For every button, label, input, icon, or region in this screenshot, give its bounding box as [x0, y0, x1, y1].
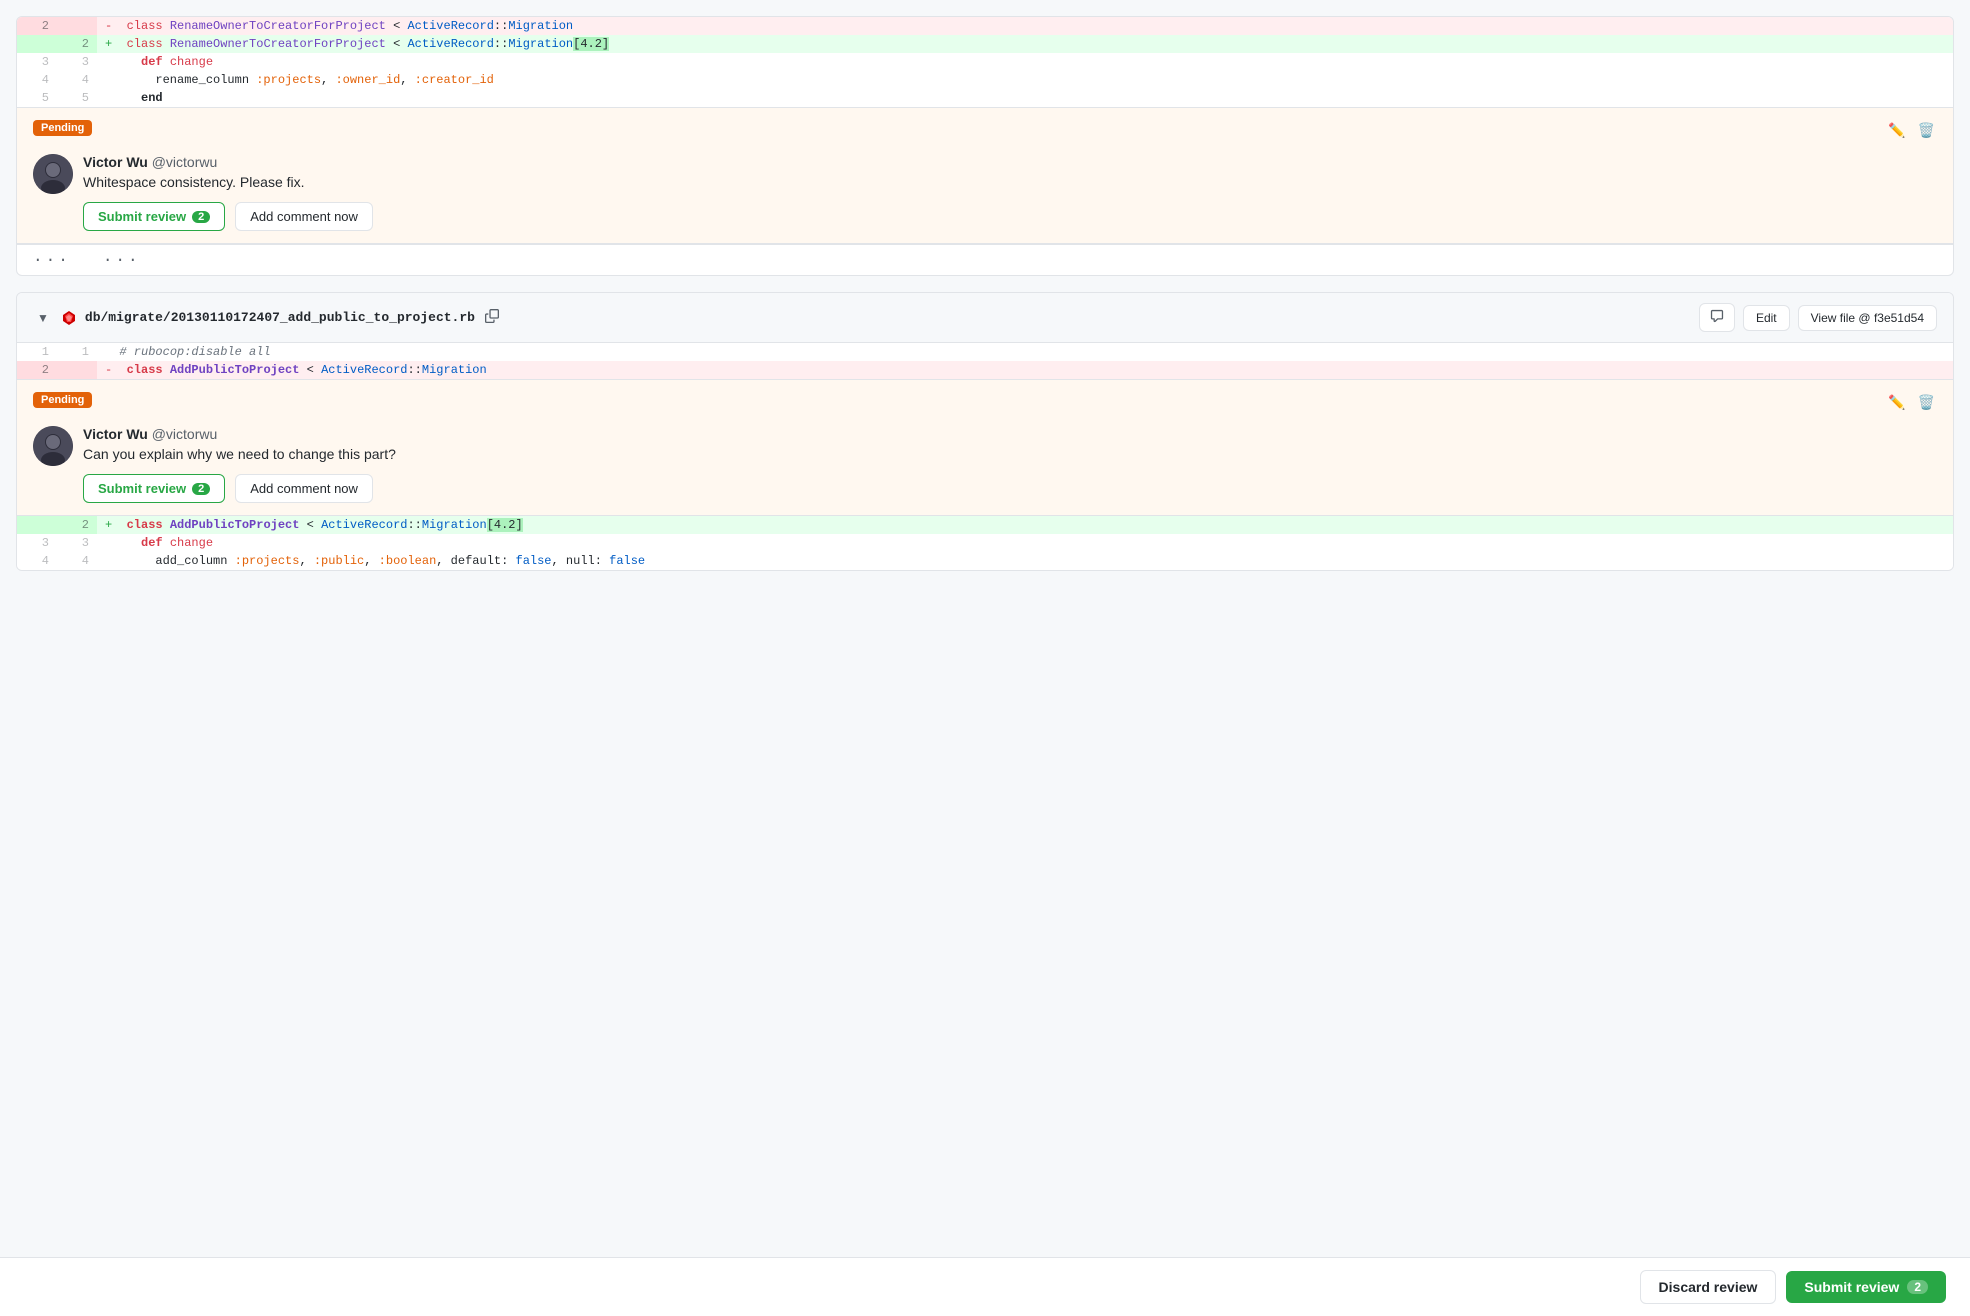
pending-badge-1: Pending — [33, 120, 92, 136]
old-line-num: 4 — [17, 71, 57, 89]
line-code: - class AddPublicToProject < ActiveRecor… — [97, 361, 1953, 379]
ellipsis-row: ··· ··· — [17, 245, 1953, 276]
comment-body-2: Victor Wu @victorwu Can you explain why … — [83, 426, 1937, 503]
new-line-num: 5 — [57, 89, 97, 107]
submit-final-label: Submit review — [1804, 1279, 1899, 1295]
comment-block-2: Pending ✏️ 🗑️ — [17, 379, 1953, 516]
comment-text-2: Can you explain why we need to change th… — [83, 446, 1937, 462]
review-count-badge-2: 2 — [192, 483, 210, 495]
new-line-num: 4 — [57, 552, 97, 570]
new-line-num: 3 — [57, 534, 97, 552]
old-line-num — [17, 516, 57, 534]
diff-header-left-2: ▼ db/migrate/20130110172407_add_public_t… — [33, 307, 1691, 328]
comment-body-1: Victor Wu @victorwu Whitespace consisten… — [83, 154, 1937, 231]
review-count-badge-1: 2 — [192, 211, 210, 223]
old-line-num — [17, 35, 57, 53]
diff-line-5: 5 5 end — [17, 89, 1953, 107]
avatar-image-2 — [33, 426, 73, 466]
bottom-bar: Discard review Submit review 2 — [0, 1257, 1970, 1316]
line-code: + class AddPublicToProject < ActiveRecor… — [97, 516, 1953, 534]
comment-author-1: Victor Wu @victorwu Whitespace consisten… — [33, 154, 1937, 231]
old-line-num: 4 — [17, 552, 57, 570]
diff-line-4-file2: 4 4 add_column :projects, :public, :bool… — [17, 552, 1953, 570]
ruby-icon — [61, 310, 77, 326]
pending-badge-2: Pending — [33, 392, 92, 408]
submit-review-label-1: Submit review — [98, 209, 186, 224]
old-line-num: 2 — [17, 361, 57, 379]
comment-footer-2: Submit review 2 Add comment now — [83, 474, 1937, 503]
line-code: def change — [97, 534, 1953, 552]
diff-table-2: 1 1 # rubocop:disable all 2 - class AddP… — [17, 343, 1953, 379]
comment-icon-button[interactable] — [1699, 303, 1735, 332]
old-line-num: 1 — [17, 343, 57, 361]
diff-line-2-deleted-file2: 2 - class AddPublicToProject < ActiveRec… — [17, 361, 1953, 379]
diff-line-deleted-1: 2 - class RenameOwnerToCreatorForProject… — [17, 17, 1953, 35]
ellipsis-old: ··· — [17, 245, 87, 276]
ellipsis-content — [157, 245, 1953, 276]
avatar-1 — [33, 154, 73, 194]
copy-filename-button[interactable] — [483, 307, 501, 328]
diff-line-3: 3 3 def change — [17, 53, 1953, 71]
line-code: - class RenameOwnerToCreatorForProject <… — [97, 17, 1953, 35]
new-line-num: 1 — [57, 343, 97, 361]
old-line-num: 2 — [17, 17, 57, 35]
new-line-num: 4 — [57, 71, 97, 89]
submit-review-label-2: Submit review — [98, 481, 186, 496]
diff-line-3-file2: 3 3 def change — [17, 534, 1953, 552]
comment-block-1: Pending ✏️ 🗑️ — [17, 107, 1953, 244]
edit-comment-button-1[interactable]: ✏️ — [1886, 120, 1907, 141]
submit-final-review-button[interactable]: Submit review 2 — [1786, 1271, 1946, 1303]
line-code: def change — [97, 53, 1953, 71]
line-code: rename_column :projects, :owner_id, :cre… — [97, 71, 1953, 89]
diff-header-right-2: Edit View file @ f3e51d54 — [1699, 303, 1937, 332]
avatar-2 — [33, 426, 73, 466]
comment-footer-1: Submit review 2 Add comment now — [83, 202, 1937, 231]
line-code: + class RenameOwnerToCreatorForProject <… — [97, 35, 1953, 53]
filename-2: db/migrate/20130110172407_add_public_to_… — [85, 310, 475, 325]
new-line-num: 2 — [57, 35, 97, 53]
ellipsis-new: ··· — [87, 245, 157, 276]
comment-header-2: Pending ✏️ 🗑️ — [33, 392, 1937, 418]
avatar-image-1 — [33, 154, 73, 194]
delete-comment-button-2[interactable]: 🗑️ — [1916, 392, 1937, 413]
comment-actions-1: ✏️ 🗑️ — [1886, 120, 1937, 141]
comment-handle-1: @victorwu — [152, 154, 218, 170]
comment-actions-2: ✏️ 🗑️ — [1886, 392, 1937, 413]
view-file-button-2[interactable]: View file @ f3e51d54 — [1798, 305, 1937, 331]
collapse-button-2[interactable]: ▼ — [33, 309, 53, 327]
line-code: # rubocop:disable all — [97, 343, 1953, 361]
old-line-num: 3 — [17, 534, 57, 552]
comment-text-1: Whitespace consistency. Please fix. — [83, 174, 1937, 190]
diff-line-1-file2: 1 1 # rubocop:disable all — [17, 343, 1953, 361]
comment-username-1: Victor Wu — [83, 154, 148, 170]
edit-button-2[interactable]: Edit — [1743, 305, 1790, 331]
comment-username-2: Victor Wu — [83, 426, 148, 442]
add-comment-button-2[interactable]: Add comment now — [235, 474, 373, 503]
diff-line-4: 4 4 rename_column :projects, :owner_id, … — [17, 71, 1953, 89]
line-code: add_column :projects, :public, :boolean,… — [97, 552, 1953, 570]
delete-comment-button-1[interactable]: 🗑️ — [1916, 120, 1937, 141]
final-count-badge: 2 — [1907, 1280, 1928, 1294]
comment-handle-2: @victorwu — [152, 426, 218, 442]
old-line-num: 3 — [17, 53, 57, 71]
line-code: end — [97, 89, 1953, 107]
diff-file-2: ▼ db/migrate/20130110172407_add_public_t… — [16, 292, 1954, 571]
diff-table-3: 2 + class AddPublicToProject < ActiveRec… — [17, 516, 1953, 570]
diff-line-2-added-file2: 2 + class AddPublicToProject < ActiveRec… — [17, 516, 1953, 534]
new-line-num: 2 — [57, 516, 97, 534]
new-line-num — [57, 361, 97, 379]
discard-review-button[interactable]: Discard review — [1640, 1270, 1777, 1304]
new-line-num: 3 — [57, 53, 97, 71]
add-comment-button-1[interactable]: Add comment now — [235, 202, 373, 231]
comment-header-1: Pending ✏️ 🗑️ — [33, 120, 1937, 146]
edit-comment-button-2[interactable]: ✏️ — [1886, 392, 1907, 413]
comment-author-2: Victor Wu @victorwu Can you explain why … — [33, 426, 1937, 503]
old-line-num: 5 — [17, 89, 57, 107]
new-line-num — [57, 17, 97, 35]
submit-review-button-2[interactable]: Submit review 2 — [83, 474, 225, 503]
submit-review-button-1[interactable]: Submit review 2 — [83, 202, 225, 231]
diff-file-header-2: ▼ db/migrate/20130110172407_add_public_t… — [17, 293, 1953, 343]
diff-line-added-1: 2 + class RenameOwnerToCreatorForProject… — [17, 35, 1953, 53]
